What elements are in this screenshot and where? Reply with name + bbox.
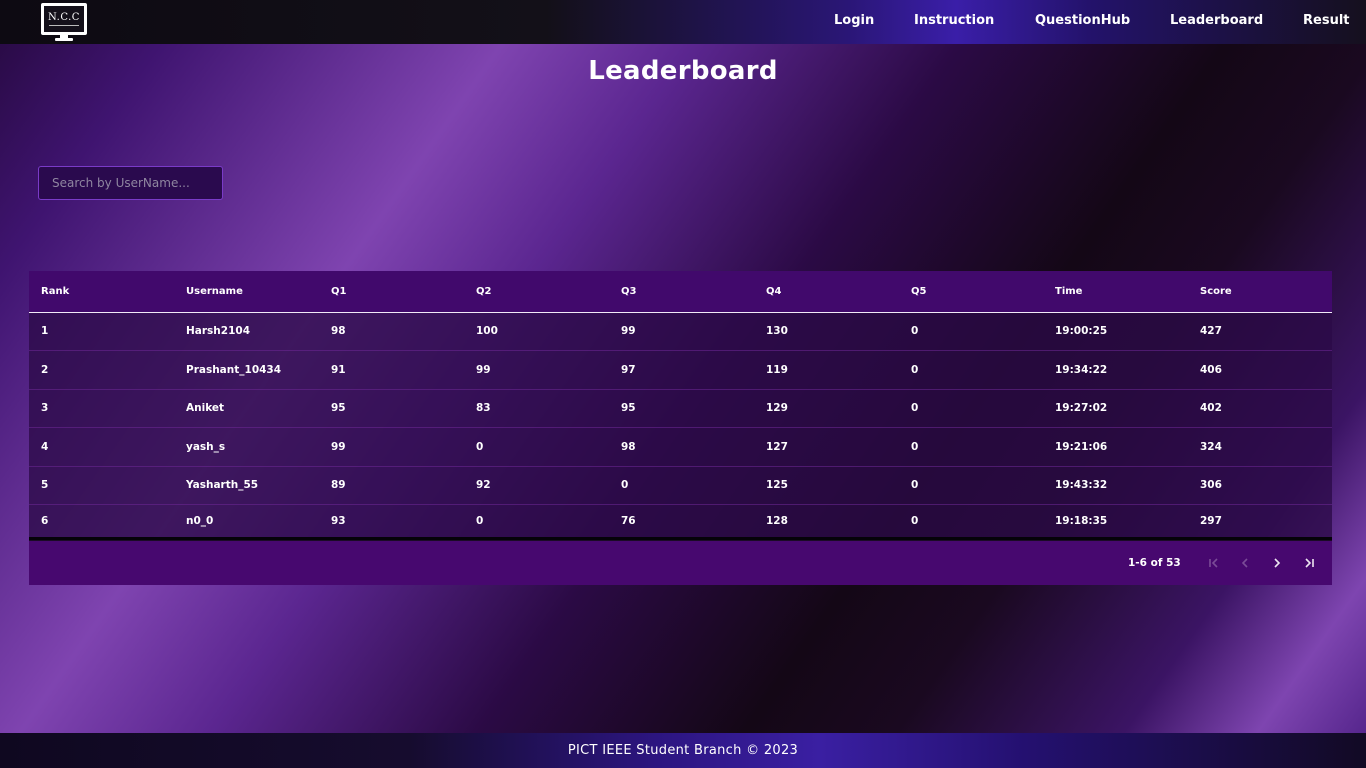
table-pagination: 1-6 of 53 xyxy=(29,540,1332,585)
cell-q4: 130 xyxy=(766,325,788,338)
cell-username: Aniket xyxy=(186,402,225,415)
table-row: 6 n0_0 93 0 76 128 0 19:18:35 297 xyxy=(29,504,1332,539)
cell-q1: 98 xyxy=(331,325,346,338)
cell-rank: 5 xyxy=(41,479,49,492)
nav-link-instruction[interactable]: Instruction xyxy=(914,13,994,29)
cell-rank: 4 xyxy=(41,440,49,453)
cell-q1: 93 xyxy=(331,515,346,527)
cell-q3: 99 xyxy=(621,325,636,338)
cell-q2: 0 xyxy=(476,515,484,527)
cell-q5: 0 xyxy=(911,325,919,338)
cell-score: 427 xyxy=(1200,325,1222,338)
table-row: 5 Yasharth_55 89 92 0 125 0 19:43:32 306 xyxy=(29,466,1332,505)
cell-time: 19:27:02 xyxy=(1055,402,1108,415)
first-page-button[interactable] xyxy=(1204,553,1224,573)
cell-q2: 92 xyxy=(476,479,491,492)
cell-q2: 99 xyxy=(476,363,491,376)
cell-time: 19:21:06 xyxy=(1055,440,1108,453)
previous-page-button[interactable] xyxy=(1235,553,1255,573)
pagination-range-label: 1-6 of 53 xyxy=(1128,557,1181,569)
cell-rank: 3 xyxy=(41,402,49,415)
cell-q1: 95 xyxy=(331,402,346,415)
cell-username: yash_s xyxy=(186,440,226,453)
cell-q5: 0 xyxy=(911,440,919,453)
last-page-icon xyxy=(1305,558,1314,568)
column-header-q5[interactable]: Q5 xyxy=(899,271,1043,313)
leaderboard-table-container: Rank Username Q1 Q2 Q3 Q4 Q5 Time Score … xyxy=(29,271,1332,588)
nav-link-questionhub[interactable]: QuestionHub xyxy=(1035,13,1130,29)
column-header-username[interactable]: Username xyxy=(174,271,319,313)
cell-score: 297 xyxy=(1200,515,1222,527)
cell-q3: 76 xyxy=(621,515,636,527)
cell-rank: 2 xyxy=(41,363,49,376)
cell-q5: 0 xyxy=(911,363,919,376)
nav-link-result[interactable]: Result xyxy=(1303,13,1350,29)
column-header-time[interactable]: Time xyxy=(1043,271,1188,313)
next-page-button[interactable] xyxy=(1267,553,1287,573)
cell-rank: 6 xyxy=(41,515,49,527)
column-header-q3[interactable]: Q3 xyxy=(609,271,754,313)
first-page-icon xyxy=(1209,558,1218,568)
column-header-q2[interactable]: Q2 xyxy=(464,271,609,313)
cell-q2: 0 xyxy=(476,440,484,453)
top-navbar: N.C.C Login Instruction QuestionHub Lead… xyxy=(0,0,1366,44)
footer-text: PICT IEEE Student Branch © 2023 xyxy=(567,743,799,758)
cell-q4: 119 xyxy=(766,363,788,376)
cell-username: Prashant_10434 xyxy=(186,363,282,376)
cell-time: 19:00:25 xyxy=(1055,325,1108,338)
cell-score: 324 xyxy=(1200,440,1222,453)
cell-q3: 97 xyxy=(621,363,636,376)
cell-rank: 1 xyxy=(41,325,49,338)
cell-time: 19:18:35 xyxy=(1055,515,1108,527)
cell-score: 306 xyxy=(1200,479,1222,492)
cell-time: 19:34:22 xyxy=(1055,363,1108,376)
column-header-q1[interactable]: Q1 xyxy=(319,271,464,313)
cell-q4: 127 xyxy=(766,440,788,453)
cell-q1: 89 xyxy=(331,479,346,492)
cell-time: 19:43:32 xyxy=(1055,479,1108,492)
footer: PICT IEEE Student Branch © 2023 xyxy=(0,733,1366,768)
table-row: 4 yash_s 99 0 98 127 0 19:21:06 324 xyxy=(29,427,1332,466)
chevron-left-icon xyxy=(1241,558,1248,568)
nav-link-leaderboard[interactable]: Leaderboard xyxy=(1170,13,1263,29)
cell-q1: 91 xyxy=(331,363,346,376)
cell-score: 406 xyxy=(1200,363,1222,376)
table-row: 2 Prashant_10434 91 99 97 119 0 19:34:22… xyxy=(29,350,1332,389)
cell-q4: 129 xyxy=(766,402,788,415)
cell-q5: 0 xyxy=(911,402,919,415)
column-header-q4[interactable]: Q4 xyxy=(754,271,899,313)
cell-q4: 125 xyxy=(766,479,788,492)
search-username-input[interactable] xyxy=(38,166,223,200)
last-page-button[interactable] xyxy=(1299,553,1319,573)
page-title: Leaderboard xyxy=(588,56,778,86)
cell-q3: 95 xyxy=(621,402,636,415)
nav-link-login[interactable]: Login xyxy=(834,13,874,29)
cell-q5: 0 xyxy=(911,479,919,492)
cell-username: Yasharth_55 xyxy=(186,479,259,492)
cell-q2: 100 xyxy=(476,325,498,338)
table-body: 1 Harsh2104 98 100 99 130 0 19:00:25 427… xyxy=(29,312,1332,539)
cell-q1: 99 xyxy=(331,440,346,453)
column-header-score[interactable]: Score xyxy=(1188,271,1332,313)
chevron-right-icon xyxy=(1274,558,1281,568)
cell-username: Harsh2104 xyxy=(186,325,250,338)
cell-q3: 98 xyxy=(621,440,636,453)
table-header-row: Rank Username Q1 Q2 Q3 Q4 Q5 Time Score xyxy=(29,271,1332,313)
table-row: 3 Aniket 95 83 95 129 0 19:27:02 402 xyxy=(29,389,1332,428)
cell-username: n0_0 xyxy=(186,515,214,527)
cell-q2: 83 xyxy=(476,402,491,415)
column-header-rank[interactable]: Rank xyxy=(29,271,174,313)
cell-q3: 0 xyxy=(621,479,629,492)
table-row: 1 Harsh2104 98 100 99 130 0 19:00:25 427 xyxy=(29,312,1332,351)
cell-q5: 0 xyxy=(911,515,919,527)
nav-links: Login Instruction QuestionHub Leaderboar… xyxy=(0,0,1366,44)
leaderboard-table: Rank Username Q1 Q2 Q3 Q4 Q5 Time Score … xyxy=(29,271,1332,540)
cell-q4: 128 xyxy=(766,515,788,527)
cell-score: 402 xyxy=(1200,402,1222,415)
